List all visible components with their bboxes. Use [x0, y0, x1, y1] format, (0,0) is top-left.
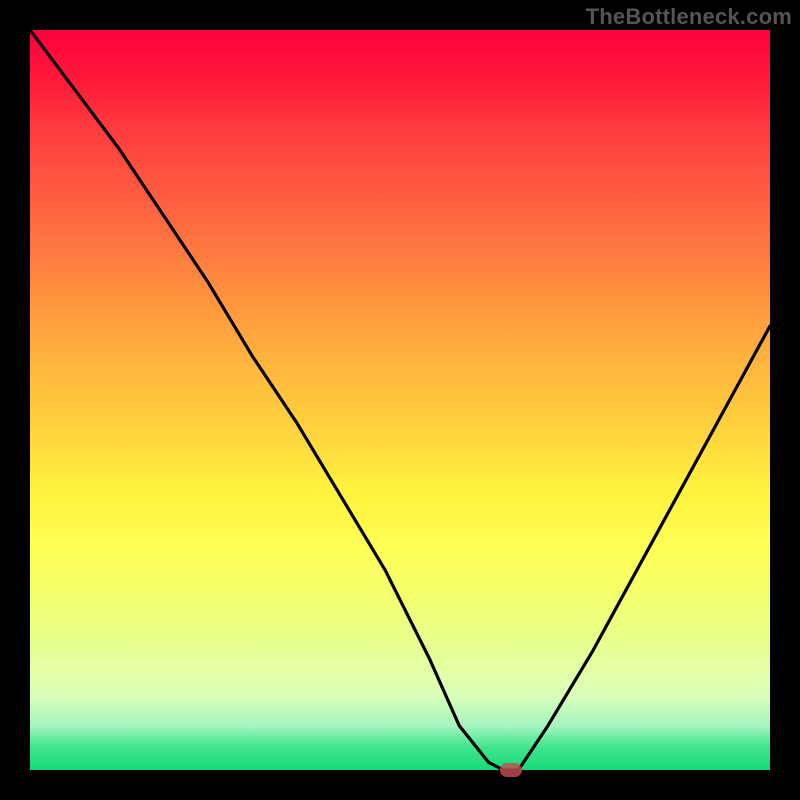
curve-svg: [30, 30, 770, 770]
chart-frame: TheBottleneck.com: [0, 0, 800, 800]
plot-area: [30, 30, 770, 770]
bottleneck-curve: [30, 30, 770, 770]
watermark-text: TheBottleneck.com: [586, 4, 792, 30]
min-marker: [500, 763, 522, 777]
